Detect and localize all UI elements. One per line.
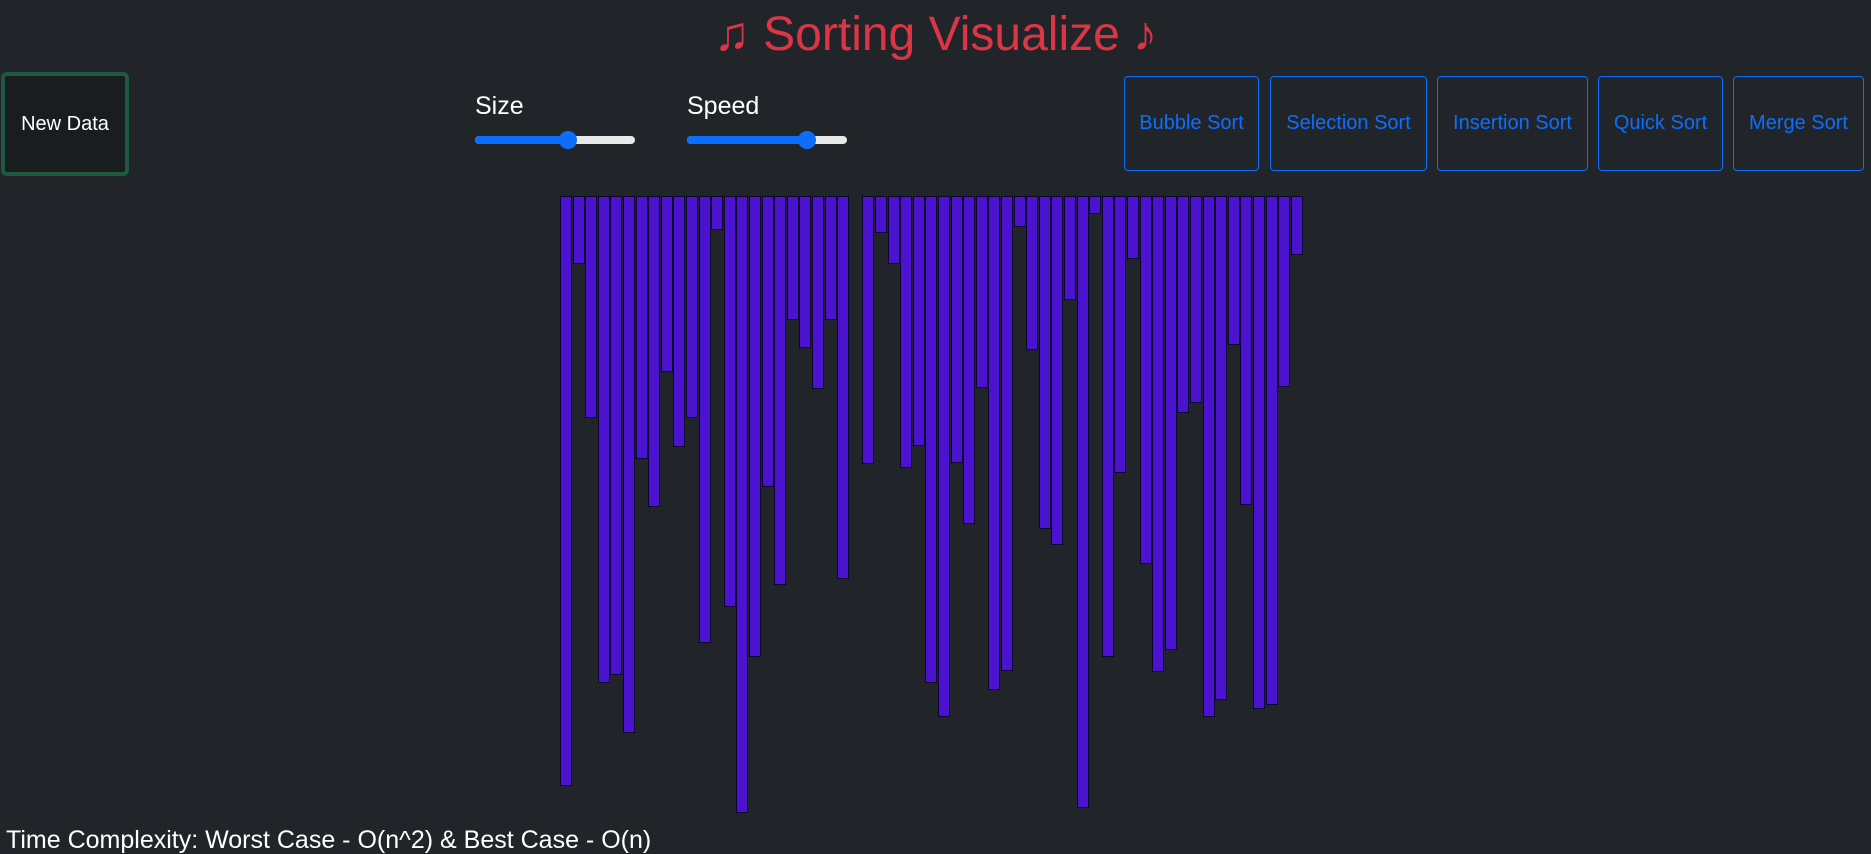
time-complexity-text: Time Complexity: Worst Case - O(n^2) & B…: [6, 826, 652, 854]
sort-bar: [560, 196, 572, 786]
speed-slider-fill: [687, 136, 807, 144]
quick-sort-button[interactable]: Quick Sort: [1598, 76, 1723, 171]
sort-bar: [774, 196, 787, 585]
sort-bar: [950, 196, 963, 463]
sort-bar: [1215, 196, 1228, 700]
size-slider-fill: [475, 136, 568, 144]
sort-bar: [837, 196, 850, 579]
sort-bar: [862, 196, 875, 464]
sort-bar: [749, 196, 761, 657]
sort-bar: [1001, 196, 1013, 671]
sort-bar: [761, 196, 774, 487]
sort-bar: [610, 196, 623, 675]
sort-bar: [711, 196, 724, 230]
sort-bar: [1278, 196, 1291, 387]
new-data-button[interactable]: New Data: [1, 72, 129, 176]
sort-bar: [1101, 196, 1114, 657]
sort-bar: [1152, 196, 1165, 672]
sort-bar: [635, 196, 648, 459]
insertion-sort-button[interactable]: Insertion Sort: [1437, 76, 1588, 171]
sort-bar: [623, 196, 635, 733]
sort-bar: [1076, 196, 1089, 808]
speed-slider-thumb[interactable]: [798, 131, 816, 149]
sort-bar: [736, 196, 749, 813]
sort-bar: [812, 196, 824, 389]
sort-bar: [1038, 196, 1051, 529]
sort-bar: [1164, 196, 1177, 650]
sort-bar: [799, 196, 812, 348]
sort-bar: [1051, 196, 1064, 545]
bubble-sort-button[interactable]: Bubble Sort: [1124, 76, 1259, 171]
sort-bar: [975, 196, 988, 388]
sort-bar: [925, 196, 938, 683]
sort-bar: [963, 196, 976, 524]
page-title: ♫ Sorting Visualize ♪: [713, 8, 1158, 61]
sort-bar: [597, 196, 610, 683]
sort-bar: [850, 196, 862, 197]
sort-bar: [572, 196, 585, 264]
sort-bar: [723, 196, 736, 607]
sort-bar: [824, 196, 837, 320]
sort-bar: [988, 196, 1001, 690]
sort-bar: [1202, 196, 1215, 717]
size-label: Size: [475, 92, 524, 120]
sort-bar: [585, 196, 598, 418]
size-slider[interactable]: [475, 128, 635, 152]
sort-bar: [1265, 196, 1278, 705]
speed-label: Speed: [687, 92, 760, 120]
sort-bar: [900, 196, 913, 468]
sort-bar: [1253, 196, 1265, 709]
sort-bar: [1290, 196, 1303, 255]
sort-bar: [698, 196, 711, 643]
sort-bar: [1064, 196, 1076, 300]
sort-bar: [1240, 196, 1253, 505]
size-slider-thumb[interactable]: [558, 131, 577, 149]
sort-bar: [660, 196, 673, 372]
sort-bar: [648, 196, 661, 507]
sort-bar: [1127, 196, 1139, 259]
sort-bar: [912, 196, 925, 446]
sort-bar: [786, 196, 799, 320]
sort-bar: [1139, 196, 1152, 564]
merge-sort-button[interactable]: Merge Sort: [1733, 76, 1864, 171]
speed-slider[interactable]: [687, 128, 847, 152]
sort-bar: [1114, 196, 1127, 473]
sort-bar: [686, 196, 698, 418]
sort-bar: [1227, 196, 1240, 345]
sort-bar: [875, 196, 887, 233]
sort-bar: [1026, 196, 1039, 350]
sort-bar: [887, 196, 900, 264]
sort-bar: [938, 196, 950, 717]
sort-bar: [673, 196, 686, 447]
bar-chart: [0, 0, 1871, 849]
sort-bar: [1013, 196, 1026, 227]
selection-sort-button[interactable]: Selection Sort: [1270, 76, 1427, 171]
sort-bar: [1089, 196, 1102, 214]
sort-bar: [1177, 196, 1190, 413]
sort-bar: [1190, 196, 1202, 403]
